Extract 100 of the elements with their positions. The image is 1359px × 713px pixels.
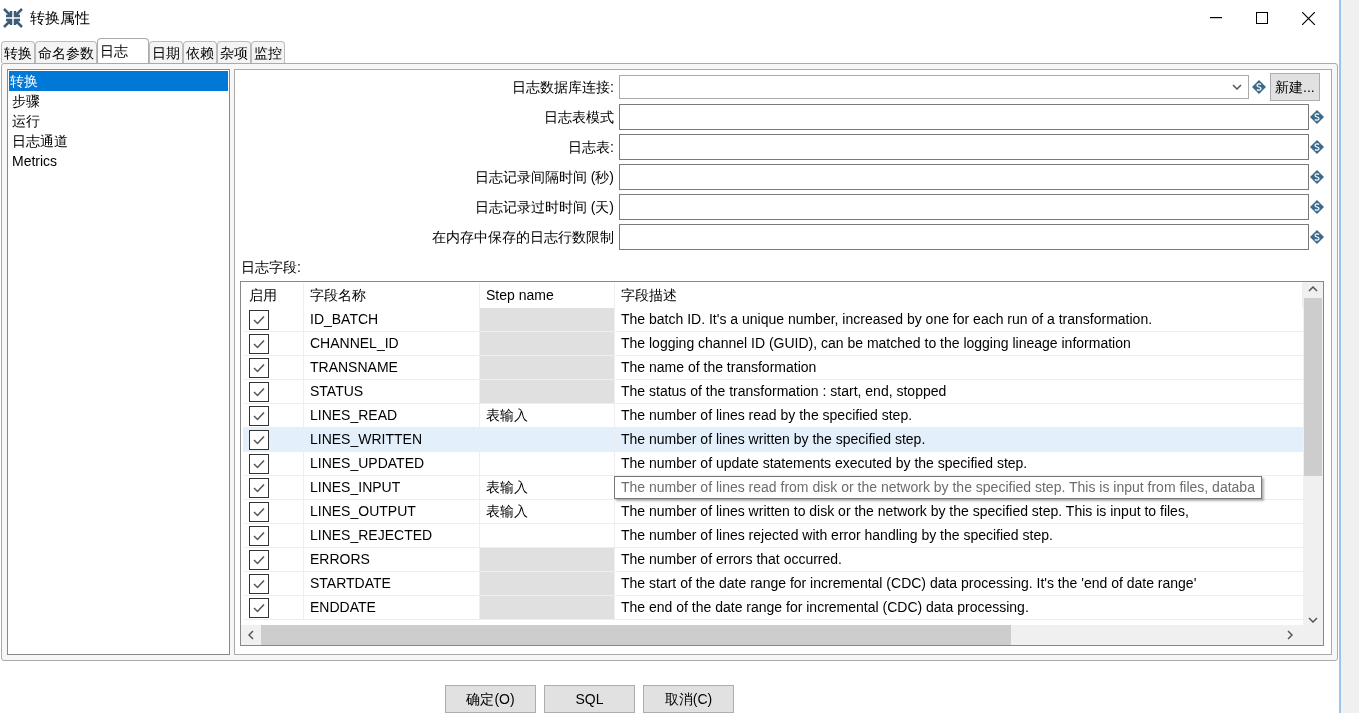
new-connection-button[interactable]: 新建...	[1270, 73, 1320, 101]
tab[interactable]: 监控	[251, 41, 285, 63]
vertical-scrollbar[interactable]	[1303, 282, 1323, 625]
table-row[interactable]: TRANSNAME The name of the transformation	[243, 356, 1303, 380]
input-field[interactable]	[619, 224, 1309, 250]
checkbox[interactable]	[249, 405, 269, 426]
scroll-thumb[interactable]	[261, 625, 1011, 645]
table-cell-text: The status of the transformation : start, end, stopped	[620, 382, 948, 401]
table-row[interactable]: STATUS The status of the transformation : start, end, stopped	[243, 380, 1303, 404]
checkbox[interactable]	[249, 381, 269, 402]
table-cell-text: The start of the date range for incremental (CDC) data processing. It's the 'end of date range'	[620, 574, 1198, 593]
minimize-icon[interactable]	[1210, 17, 1222, 19]
table-cell-text: The logging channel ID (GUID), can be matched to the logging lineage information	[620, 334, 1132, 353]
table-row[interactable]: CHANNEL_ID The logging channel ID (GUID), can be matched to the logging lineage information	[243, 332, 1303, 356]
table-row[interactable]: LINES_OUTPUT 表输入 The number of lines written to disk or the network by the specified step. This is input to files,	[243, 500, 1303, 524]
table-cell-text: The number of lines rejected with error handling by the specified step.	[620, 526, 1054, 545]
table-row[interactable]: LINES_REJECTED The number of lines rejected with error handling by the specified step.	[243, 524, 1303, 548]
table-cell-text: The name of the transformation	[620, 358, 818, 377]
check-icon	[252, 481, 266, 494]
check-icon	[252, 433, 266, 446]
checkbox[interactable]	[249, 357, 269, 378]
checkbox[interactable]	[249, 453, 269, 474]
table-row[interactable]: ENDDATE The end of the date range for incremental (CDC) data processing.	[243, 596, 1303, 620]
sidebar-item[interactable]: 日志通道	[9, 131, 228, 151]
table-cell-text: The number of update statements executed by the specified step.	[620, 454, 1029, 473]
checkbox[interactable]	[249, 573, 269, 594]
field-label: 日志表:	[567, 137, 615, 157]
table-row[interactable]: LINES_WRITTEN The number of lines written by the specified step.	[243, 428, 1303, 452]
variable-icon	[1310, 200, 1324, 214]
tab[interactable]: 命名参数	[35, 41, 97, 63]
section-label: 日志字段:	[241, 258, 302, 277]
tab[interactable]: 日志	[97, 38, 149, 63]
check-icon	[252, 601, 266, 614]
check-icon	[252, 529, 266, 542]
checkbox[interactable]	[249, 597, 269, 618]
table-row[interactable]: ERRORS The number of errors that occurred.	[243, 548, 1303, 572]
scroll-thumb[interactable]	[1304, 298, 1322, 476]
field-label: 日志记录过时时间 (天)	[473, 197, 615, 217]
chevron-right-icon	[1287, 630, 1293, 640]
checkbox[interactable]	[249, 309, 269, 330]
checkbox[interactable]	[249, 501, 269, 522]
field-label: 日志表模式	[543, 107, 615, 127]
step-cell: 表输入	[480, 500, 615, 523]
input-field[interactable]	[619, 164, 1309, 190]
sidebar-item[interactable]: Metrics	[9, 151, 228, 171]
table-row[interactable]: STARTDATE The start of the date range for incremental (CDC) data processing. It's the 'end of date range'	[243, 572, 1303, 596]
tab[interactable]: 杂项	[217, 41, 251, 63]
check-icon	[252, 457, 266, 470]
table-row[interactable]: ID_BATCH The batch ID. It's a unique number, increased by one for each run of a transformation.	[243, 308, 1303, 332]
field-label: 日志数据库连接:	[511, 77, 615, 97]
tab[interactable]: 依赖	[183, 41, 217, 63]
dialog-button[interactable]: 取消(C)	[643, 685, 734, 713]
sidebar-item[interactable]: 步骤	[9, 91, 228, 111]
table-cell-text: The number of lines written to disk or the network by the specified step. This is input to files,	[620, 502, 1190, 521]
dialog-button[interactable]: SQL	[544, 685, 635, 713]
variable-icon	[1310, 230, 1324, 244]
table-row[interactable]: LINES_READ 表输入 The number of lines read by the specified step.	[243, 404, 1303, 428]
input-field[interactable]	[619, 104, 1309, 130]
variable-icon	[1310, 140, 1324, 154]
variable-icon	[1252, 80, 1266, 94]
tab[interactable]: 转换	[1, 41, 35, 63]
table-row[interactable]: LINES_INPUT 表输入 The number of lines read from disk or the network by the specified step. This is input from files, databa	[243, 476, 1303, 500]
app-icon	[3, 8, 23, 28]
table-cell: LINES_READ	[304, 404, 480, 427]
checkbox[interactable]	[249, 333, 269, 354]
table-cell: LINES_WRITTEN	[304, 428, 480, 451]
checkbox[interactable]	[249, 549, 269, 570]
check-icon	[252, 361, 266, 374]
checkbox[interactable]	[249, 429, 269, 450]
table-cell-text: The end of the date range for incremental (CDC) data processing.	[620, 598, 1030, 617]
check-icon	[252, 505, 266, 518]
check-icon	[252, 313, 266, 326]
table-cell-text: The number of errors that occurred.	[620, 550, 843, 569]
check-icon	[252, 409, 266, 422]
sidebar-item[interactable]: 转换	[9, 71, 228, 91]
input-field[interactable]	[619, 134, 1309, 160]
chevron-down-icon	[1232, 84, 1242, 90]
table-row[interactable]: LINES_UPDATED The number of update statements executed by the specified step.	[243, 452, 1303, 476]
tooltip: The number of lines read from disk or the network by the specified step. This is input from files, databa	[614, 476, 1262, 499]
checkbox[interactable]	[249, 525, 269, 546]
sidebar-item[interactable]: 运行	[9, 111, 228, 131]
chevron-left-icon	[248, 630, 254, 640]
maximize-icon[interactable]	[1256, 12, 1268, 24]
tab[interactable]: 日期	[149, 41, 183, 63]
chevron-up-icon	[1308, 286, 1318, 292]
input-field[interactable]	[619, 194, 1309, 220]
horizontal-scrollbar[interactable]	[241, 625, 1323, 645]
checkbox[interactable]	[249, 477, 269, 498]
field-label: 日志记录间隔时间 (秒)	[473, 167, 615, 187]
table-cell: LINES_INPUT	[304, 476, 480, 499]
check-icon	[252, 385, 266, 398]
table-cell-text: The batch ID. It's a unique number, increased by one for each run of a transformation.	[620, 310, 1154, 329]
dialog-button[interactable]: 确定(O)	[445, 685, 536, 713]
check-icon	[252, 577, 266, 590]
window-title: 转换属性	[30, 7, 90, 28]
table-cell: LINES_OUTPUT	[304, 500, 480, 523]
close-icon[interactable]	[1302, 11, 1315, 25]
table-cell-text: The number of lines read by the specified step.	[620, 406, 914, 425]
variable-icon	[1310, 170, 1324, 184]
table-cell-text: The number of lines written by the specified step.	[620, 430, 927, 449]
